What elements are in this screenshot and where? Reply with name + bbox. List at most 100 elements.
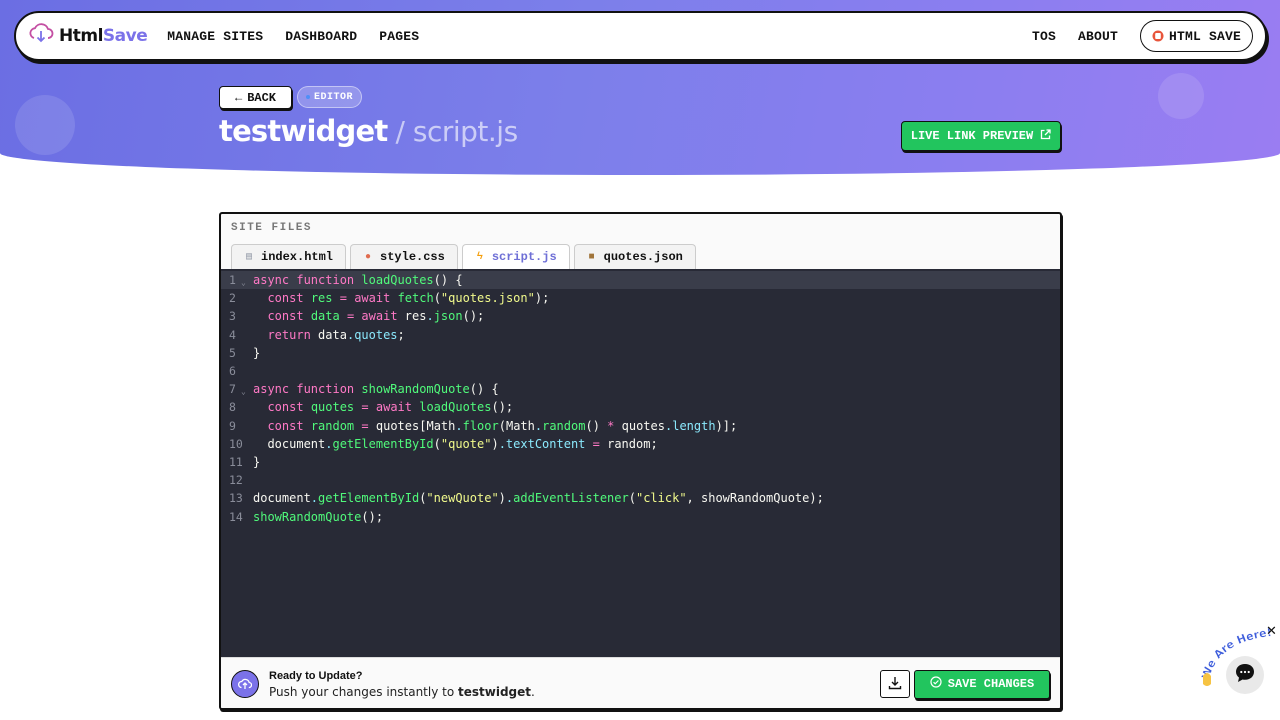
close-icon[interactable]: ✕ <box>1266 624 1277 639</box>
nav-link-manage-sites[interactable]: MANAGE SITES <box>167 29 263 44</box>
tab-script-js[interactable]: ϟ script.js <box>461 244 570 269</box>
code-line[interactable]: 9 const random = quotes[Math.floor(Math.… <box>221 417 1060 435</box>
cloud-upload-icon <box>231 670 259 698</box>
code-line[interactable]: 11} <box>221 453 1060 471</box>
code-line[interactable]: 4 return data.quotes; <box>221 326 1060 344</box>
editor-badge: EDITOR <box>297 86 363 108</box>
brand-name: HtmlSave <box>59 26 148 46</box>
line-number: 12 <box>229 473 243 488</box>
site-files-label: SITE FILES <box>231 222 313 234</box>
code-line[interactable]: 1 ⌄ async function loadQuotes() { <box>221 271 1060 290</box>
code-text: const quotes = await loadQuotes(); <box>267 400 514 415</box>
chat-bubble-icon <box>1234 662 1256 688</box>
line-number: 2 <box>229 291 236 306</box>
fold-chevron-icon[interactable]: ⌄ <box>241 278 246 287</box>
tab-label: style.css <box>380 250 445 264</box>
download-button[interactable] <box>880 670 910 698</box>
bolt-icon: ϟ <box>476 251 483 263</box>
html-save-icon <box>1152 27 1164 46</box>
nav-link-tos[interactable]: TOS <box>1032 29 1056 44</box>
html-save-button[interactable]: HTML SAVE <box>1139 20 1253 52</box>
live-link-preview-button[interactable]: LIVE LINK PREVIEW <box>901 121 1061 151</box>
tab-label: index.html <box>261 250 334 264</box>
nav-link-pages[interactable]: PAGES <box>379 29 419 44</box>
brand-logo[interactable]: HtmlSave <box>28 23 148 49</box>
line-number: 1 ⌄ <box>229 273 246 288</box>
code-line[interactable]: 7 ⌄ async function showRandomQuote() { <box>221 380 1060 398</box>
line-number: 14 <box>229 509 243 524</box>
code-text: document.getElementById("quote").textCon… <box>267 436 658 451</box>
code-line[interactable]: 13 document.getElementById("newQuote").ad… <box>221 489 1060 507</box>
fold-chevron-icon[interactable]: ⌄ <box>241 387 246 396</box>
decor-circle <box>1158 73 1204 119</box>
file-name: script.js <box>412 115 518 148</box>
code-text: showRandomQuote(); <box>253 509 384 524</box>
html-file-icon: ▤ <box>245 252 253 263</box>
code-text: const data = await res.json(); <box>267 309 485 324</box>
update-subtitle-site: testwidget <box>458 684 532 699</box>
code-line[interactable]: 8 const quotes = await loadQuotes(); <box>221 398 1060 416</box>
tab-label: quotes.json <box>603 250 683 264</box>
code-text: async function loadQuotes() { <box>253 273 463 288</box>
code-line[interactable]: 12 <box>221 471 1060 489</box>
line-number: 9 <box>229 418 236 433</box>
arrow-left-icon: ← <box>234 90 243 105</box>
nav-link-dashboard[interactable]: DASHBOARD <box>285 29 357 44</box>
line-number: 8 <box>229 400 236 415</box>
code-line[interactable]: 2 const res = await fetch("quotes.json")… <box>221 289 1060 307</box>
title-separator: / <box>395 115 405 148</box>
download-icon <box>888 675 902 694</box>
code-line[interactable]: 6 <box>221 362 1060 380</box>
update-message: Ready to Update? Push your changes insta… <box>269 670 535 699</box>
code-editor[interactable]: 1 ⌄ async function loadQuotes() {2 const r… <box>221 269 1060 657</box>
editor-panel: SITE FILES ▤ index.html ● style.css ϟ sc… <box>219 212 1062 710</box>
code-text: async function showRandomQuote() { <box>253 382 499 397</box>
chat-launcher-button[interactable] <box>1226 656 1264 694</box>
site-name: testwidget <box>219 114 388 148</box>
update-subtitle-suffix: . <box>531 684 535 699</box>
nav-primary: MANAGE SITES DASHBOARD PAGES <box>167 29 419 44</box>
code-text: document.getElementById("newQuote").addE… <box>253 491 824 506</box>
tab-index-html[interactable]: ▤ index.html <box>231 244 347 269</box>
code-line[interactable]: 3 const data = await res.json(); <box>221 307 1060 325</box>
save-changes-button[interactable]: SAVE CHANGES <box>914 669 1050 699</box>
code-text: } <box>253 454 261 469</box>
line-number: 7 ⌄ <box>229 382 246 397</box>
html-save-label: HTML SAVE <box>1168 28 1241 44</box>
code-text: const random = quotes[Math.floor(Math.ra… <box>267 418 738 433</box>
cloud-icon <box>28 23 54 49</box>
status-dot-icon <box>306 95 310 99</box>
live-preview-label: LIVE LINK PREVIEW <box>910 129 1034 143</box>
line-number: 6 <box>229 364 236 379</box>
tab-style-css[interactable]: ● style.css <box>350 244 458 269</box>
tab-quotes-json[interactable]: ■ quotes.json <box>573 244 696 269</box>
code-text: const res = await fetch("quotes.json"); <box>267 291 550 306</box>
brand-name-part1: Html <box>59 26 103 46</box>
code-line[interactable]: 5} <box>221 344 1060 362</box>
code-text: } <box>253 345 261 360</box>
package-icon: ■ <box>588 251 595 263</box>
decor-circle <box>15 95 75 155</box>
code-text: return data.quotes; <box>267 327 405 342</box>
line-number: 5 <box>229 345 236 360</box>
nav-link-about[interactable]: ABOUT <box>1078 29 1118 44</box>
update-subtitle-prefix: Push your changes instantly to <box>269 684 458 699</box>
code-line[interactable]: 10 document.getElementById("quote").text… <box>221 435 1060 453</box>
back-button[interactable]: ← BACK <box>219 86 292 109</box>
brand-name-part2: Save <box>102 26 148 46</box>
waving-hand-icon <box>1203 673 1211 686</box>
check-circle-icon <box>930 676 942 692</box>
editor-badge-label: EDITOR <box>314 91 354 103</box>
update-subtitle: Push your changes instantly to testwidge… <box>269 685 535 699</box>
code-line[interactable]: 14 showRandomQuote(); <box>221 507 1060 525</box>
update-bar: Ready to Update? Push your changes insta… <box>221 657 1060 708</box>
file-tabs: ▤ index.html ● style.css ϟ script.js ■ q… <box>231 244 696 269</box>
tab-label: script.js <box>491 250 557 264</box>
update-title: Ready to Update? <box>269 669 363 682</box>
palette-icon: ● <box>365 251 372 263</box>
save-changes-label: SAVE CHANGES <box>947 677 1035 691</box>
line-number: 3 <box>229 309 236 324</box>
top-navbar: HtmlSave MANAGE SITES DASHBOARD PAGES TO… <box>14 11 1267 61</box>
line-number: 11 <box>229 454 243 469</box>
back-label: BACK <box>247 90 276 105</box>
